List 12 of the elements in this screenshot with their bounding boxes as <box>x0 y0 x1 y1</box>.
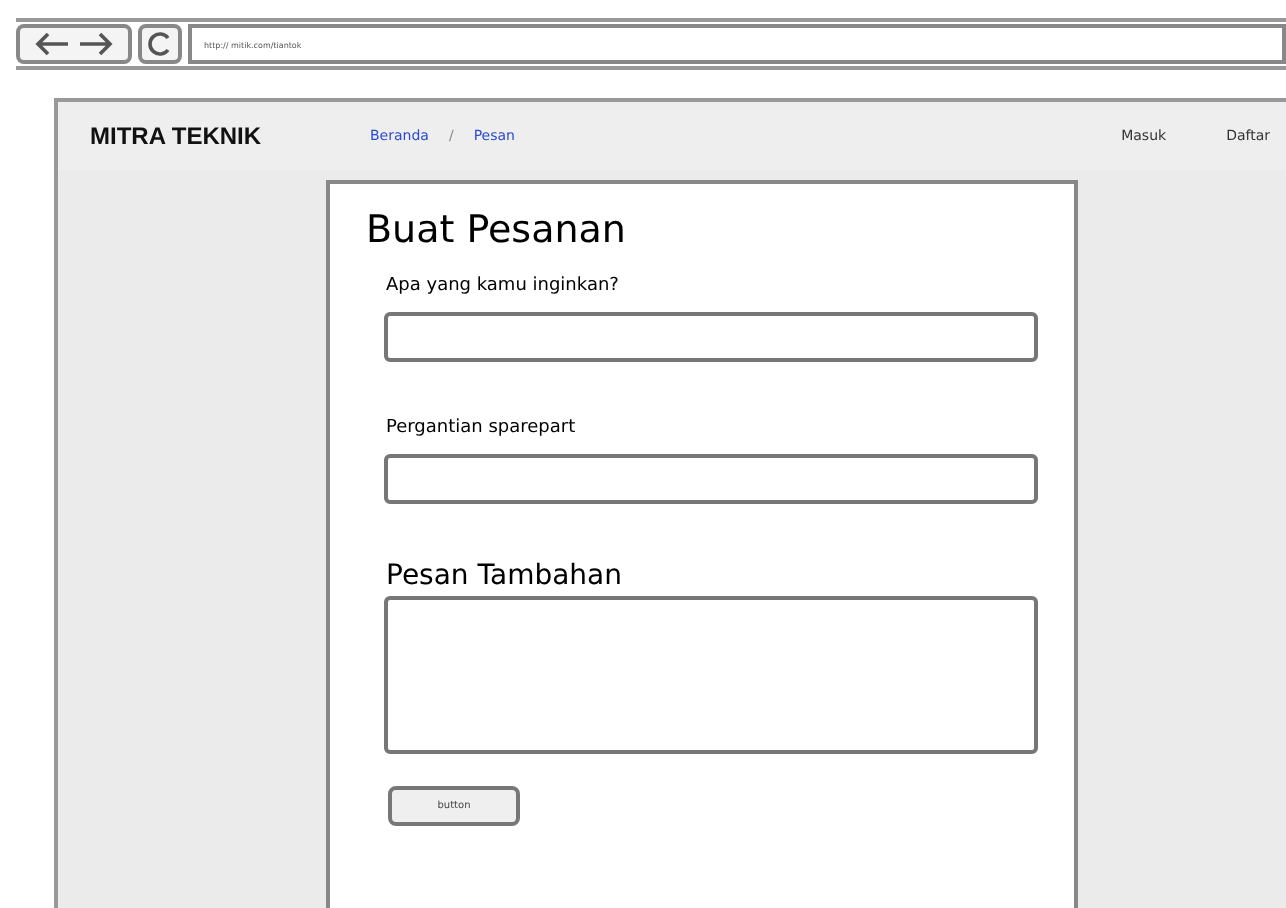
text-area[interactable] <box>384 596 1038 754</box>
form-title: Buat Pesanan <box>366 208 628 252</box>
field-label: Pesan Tambahan <box>386 560 624 592</box>
field-label: Pergantian sparepart <box>386 418 578 438</box>
reload-icon <box>148 32 172 56</box>
arrows-icon <box>32 32 116 56</box>
field-label: Apa yang kamu inginkan? <box>386 276 621 296</box>
back-forward-button[interactable] <box>16 24 132 64</box>
input-field[interactable] <box>384 454 1038 504</box>
reload-button[interactable] <box>138 24 182 64</box>
site-logo: MITRA TEKNIK <box>88 122 264 150</box>
input-field[interactable] <box>384 312 1038 362</box>
